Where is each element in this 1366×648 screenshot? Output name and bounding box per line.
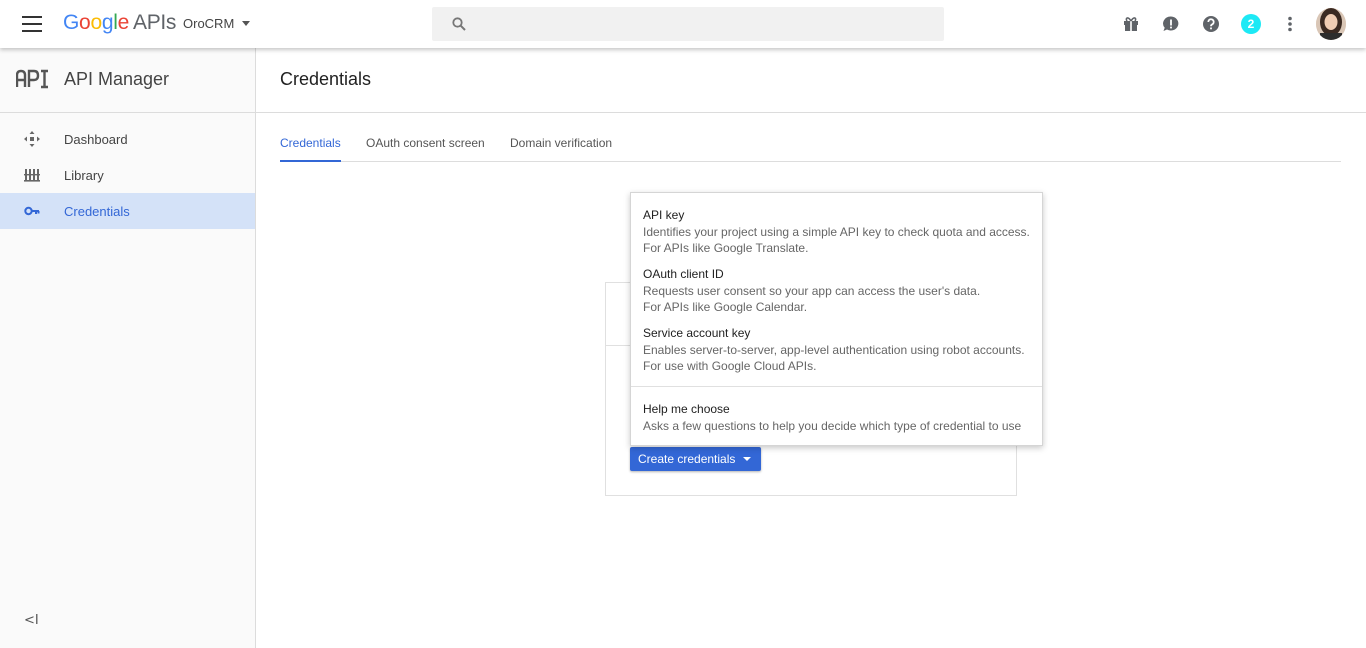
sidebar: API Manager Dashboard Library Credential… [0, 48, 256, 648]
create-credentials-label: Create credentials [638, 452, 736, 466]
sidebar-item-library[interactable]: Library [0, 157, 255, 193]
project-selector[interactable]: OroCRM [183, 16, 251, 31]
feedback-icon[interactable] [1161, 14, 1181, 34]
menu-item-description: Enables server-to-server, app-level auth… [643, 343, 1025, 357]
page-header: Credentials [256, 48, 1366, 113]
project-name: OroCRM [183, 16, 235, 31]
sidebar-item-dashboard[interactable]: Dashboard [0, 121, 255, 157]
top-bar: Google APIs OroCRM 2 [0, 0, 1366, 48]
tab-bar: Credentials OAuth consent screen Domain … [280, 136, 1341, 162]
gift-icon[interactable] [1121, 14, 1141, 34]
help-icon[interactable] [1201, 14, 1221, 34]
main-content: Credentials Credentials OAuth consent sc… [256, 48, 1366, 648]
library-icon [24, 169, 40, 182]
menu-item-title: Help me choose [643, 402, 730, 416]
more-vert-icon[interactable] [1280, 14, 1300, 34]
search-input[interactable] [432, 7, 944, 41]
sidebar-item-label: Library [64, 168, 104, 183]
notifications-badge[interactable]: 2 [1241, 14, 1261, 34]
sidebar-nav: Dashboard Library Credentials [0, 121, 255, 229]
sidebar-header: API Manager [0, 48, 255, 113]
menu-item-description: For APIs like Google Calendar. [643, 300, 808, 314]
sidebar-item-label: Credentials [64, 204, 130, 219]
menu-item-service-account-key[interactable]: Service account key Enables server-to-se… [643, 325, 1035, 374]
menu-item-title: OAuth client ID [643, 267, 724, 281]
create-credentials-menu: API key Identifies your project using a … [630, 192, 1043, 446]
menu-item-description: Asks a few questions to help you decide … [643, 419, 1022, 433]
tab-oauth-consent-screen[interactable]: OAuth consent screen [366, 136, 485, 162]
api-logo-icon [15, 69, 50, 94]
menu-item-api-key[interactable]: API key Identifies your project using a … [643, 207, 1035, 256]
sidebar-item-label: Dashboard [64, 132, 128, 147]
collapse-sidebar-button[interactable]: <I [24, 613, 39, 628]
menu-item-description: For APIs like Google Translate. [643, 241, 809, 255]
menu-item-title: API key [643, 208, 685, 222]
dashboard-icon [24, 131, 40, 147]
search-icon [452, 17, 466, 31]
page-title: Credentials [280, 69, 372, 89]
menu-divider [631, 386, 1042, 387]
key-icon [24, 206, 40, 216]
avatar[interactable] [1316, 8, 1346, 40]
api-logo-glyph [15, 69, 48, 89]
caret-down-icon [743, 457, 751, 461]
menu-item-description: For use with Google Cloud APIs. [643, 359, 817, 373]
sidebar-item-credentials[interactable]: Credentials [0, 193, 255, 229]
menu-item-description: Requests user consent so your app can ac… [643, 284, 981, 298]
tab-domain-verification[interactable]: Domain verification [510, 136, 612, 162]
menu-item-title: Service account key [643, 326, 751, 340]
create-credentials-button[interactable]: Create credentials [630, 447, 761, 471]
menu-item-help-me-choose[interactable]: Help me choose Asks a few questions to h… [643, 401, 1035, 434]
menu-icon[interactable] [22, 16, 42, 32]
menu-item-description: Identifies your project using a simple A… [643, 225, 1030, 239]
caret-down-icon [242, 21, 251, 26]
tab-credentials[interactable]: Credentials [280, 136, 341, 162]
menu-item-oauth-client-id[interactable]: OAuth client ID Requests user consent so… [643, 266, 1035, 315]
google-apis-logo[interactable]: Google APIs [63, 11, 176, 35]
sidebar-title: API Manager [64, 69, 170, 89]
avatar-image [1316, 8, 1346, 40]
